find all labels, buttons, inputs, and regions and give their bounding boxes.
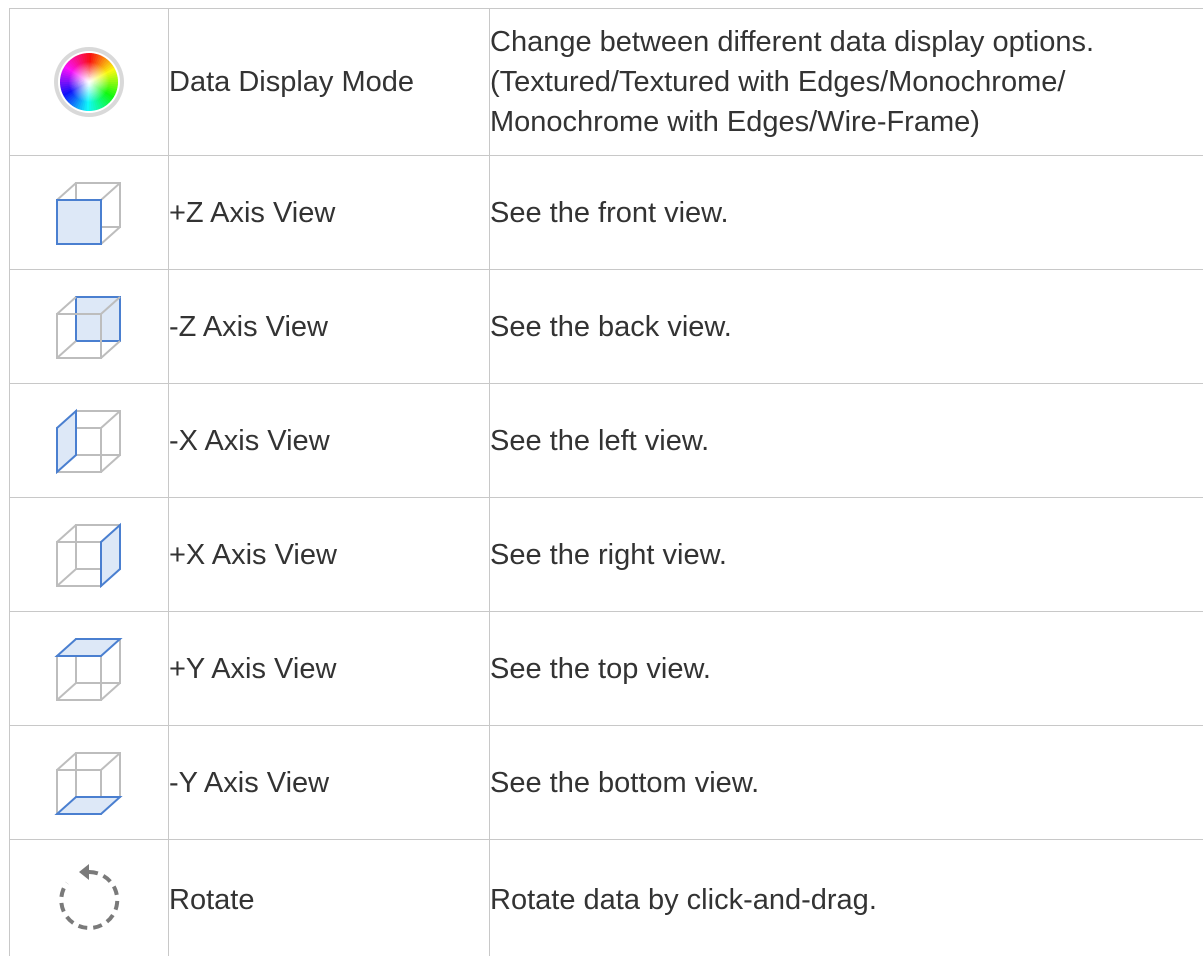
description-line: (Textured/Textured with Edges/Monochrome… bbox=[490, 66, 1066, 98]
description-line: Change between different data display op… bbox=[490, 26, 1095, 58]
row-name: +Z Axis View bbox=[168, 155, 490, 270]
color-wheel-icon[interactable] bbox=[53, 46, 125, 118]
table-row: -Y Axis View See the bottom view. bbox=[9, 725, 1203, 840]
icon-reference-table: Data Display Mode Change between differe… bbox=[9, 8, 1203, 956]
table-row: -X Axis View See the left view. bbox=[9, 383, 1203, 498]
minus-z-axis-view-icon[interactable] bbox=[54, 294, 124, 360]
table-row: +X Axis View See the right view. bbox=[9, 497, 1203, 612]
description-line: See the top view. bbox=[490, 652, 711, 685]
description-line: Monochrome with Edges/Wire-Frame) bbox=[490, 106, 980, 138]
description-line: See the left view. bbox=[490, 424, 710, 457]
table-row: -Z Axis View See the back view. bbox=[9, 269, 1203, 384]
plus-z-axis-view-icon[interactable] bbox=[54, 180, 124, 246]
row-name: Data Display Mode bbox=[168, 8, 490, 156]
row-name: -Z Axis View bbox=[168, 269, 490, 384]
plus-y-axis-view-icon[interactable] bbox=[54, 636, 124, 702]
plus-x-axis-view-icon[interactable] bbox=[54, 522, 124, 588]
row-description: See the top view. bbox=[489, 611, 1203, 726]
row-name: Rotate bbox=[168, 839, 490, 956]
description-line: See the right view. bbox=[490, 538, 727, 571]
row-name: +Y Axis View bbox=[168, 611, 490, 726]
row-description: Rotate data by click-and-drag. bbox=[489, 839, 1203, 956]
row-description: See the bottom view. bbox=[489, 725, 1203, 840]
minus-y-axis-view-icon[interactable] bbox=[54, 750, 124, 816]
description-line: See the bottom view. bbox=[490, 766, 760, 799]
row-name: -Y Axis View bbox=[168, 725, 490, 840]
rotate-icon[interactable] bbox=[53, 864, 125, 936]
row-description: See the right view. bbox=[489, 497, 1203, 612]
table-row: +Y Axis View See the top view. bbox=[9, 611, 1203, 726]
row-description: See the front view. bbox=[489, 155, 1203, 270]
row-name: -X Axis View bbox=[168, 383, 490, 498]
description-line: Rotate data by click-and-drag. bbox=[490, 884, 877, 916]
table-row: +Z Axis View See the front view. bbox=[9, 155, 1203, 270]
table-row: Rotate Rotate data by click-and-drag. bbox=[9, 839, 1203, 956]
table-row: Data Display Mode Change between differe… bbox=[9, 8, 1203, 156]
description-line: See the front view. bbox=[490, 196, 729, 229]
row-description: See the left view. bbox=[489, 383, 1203, 498]
row-name: +X Axis View bbox=[168, 497, 490, 612]
minus-x-axis-view-icon[interactable] bbox=[54, 408, 124, 474]
row-description: See the back view. bbox=[489, 269, 1203, 384]
description-line: See the back view. bbox=[490, 310, 732, 343]
row-description: Change between different data display op… bbox=[489, 8, 1203, 156]
